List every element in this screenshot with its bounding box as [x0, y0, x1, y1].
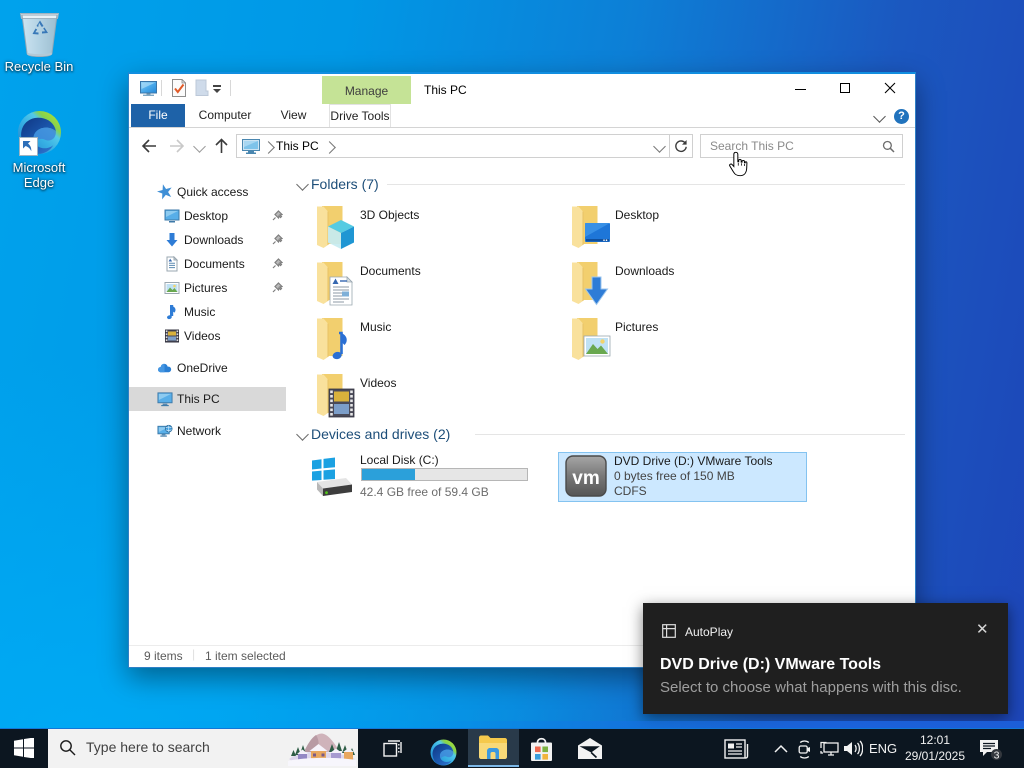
svg-text:vm: vm [572, 468, 599, 489]
svg-text:3: 3 [994, 750, 1000, 762]
